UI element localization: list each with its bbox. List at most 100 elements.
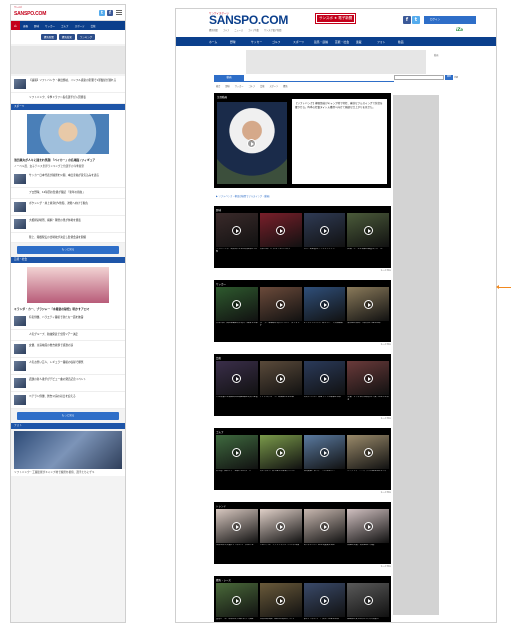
video-thumbnail[interactable] <box>259 583 302 617</box>
list-item[interactable]: 人気お笑い芸人、レギュラー番組の収録で爆笑 <box>11 357 125 375</box>
video-thumbnail[interactable] <box>347 287 389 321</box>
video-card[interactable]: 騎手インタビュー、次走への意気込み <box>303 583 346 622</box>
play-icon[interactable] <box>276 521 286 531</box>
video-thumbnail[interactable] <box>259 435 302 469</box>
video-card[interactable]: アイドルグループ、新曲MVを初公開 <box>259 361 302 412</box>
video-card[interactable]: 松山英樹、米ツアーで上位争いへ <box>303 435 346 486</box>
video-caption[interactable]: 日本代表、国際親善試合に向けて練習を公開 <box>216 322 258 338</box>
play-icon[interactable] <box>319 447 329 457</box>
header-subnav-item[interactable]: サンスポ電子新聞 <box>264 28 281 32</box>
list-item[interactable]: 人気グループ、新曲発表で全国ツアー決定 <box>11 329 125 341</box>
play-icon[interactable] <box>363 447 373 457</box>
twitter-icon[interactable]: t <box>412 16 420 24</box>
video-caption[interactable]: ソフトバンク、新外国人が初の実戦形式で打撃 <box>216 248 258 264</box>
featured-video[interactable]: 注目動画 【ソフトバンク】柳田悠岐がキャンプ地で特打、豪快なフルスイングで快音を… <box>214 93 391 188</box>
featured-thumbnail[interactable] <box>217 102 287 184</box>
video-caption[interactable]: 騎手インタビュー、次走への意気込み <box>304 618 346 622</box>
mobile-nav-item[interactable]: 速報 <box>20 24 31 28</box>
e-paper-badge[interactable]: サンスポ ★ 電子新聞 <box>314 13 357 24</box>
menu-icon[interactable] <box>116 10 122 16</box>
video-caption[interactable]: Jリーグ、開幕戦に向けたプレシーズンマッチ <box>260 322 302 338</box>
category-tab[interactable]: 野球 <box>225 84 229 88</box>
play-icon[interactable] <box>276 373 286 383</box>
home-icon[interactable]: ⌂ <box>11 21 20 30</box>
mobile-nav-item[interactable]: 野球 <box>31 24 42 28</box>
video-thumbnail[interactable] <box>347 361 389 395</box>
category-tab[interactable]: 総合 <box>216 84 220 88</box>
video-card[interactable]: 日本代表、国際親善試合に向けて練習を公開 <box>216 287 258 338</box>
more-link[interactable]: もっと見る <box>214 491 391 494</box>
mobile-subnav-item[interactable]: 競馬新聞 <box>40 34 57 40</box>
mobile-logo[interactable]: SANSPO.COM <box>14 11 46 17</box>
video-caption[interactable]: 人気俳優が主演映画の完成披露試写会に登壇 <box>216 396 258 412</box>
play-icon[interactable] <box>319 595 329 605</box>
video-card[interactable]: 話題の女優、舞台挨拶で笑顔 <box>347 509 389 560</box>
video-caption[interactable]: 話題の女優、舞台挨拶で笑顔 <box>347 544 389 560</box>
header-subnav-item[interactable]: 競馬新聞 <box>209 28 218 32</box>
video-thumbnail[interactable] <box>303 287 346 321</box>
play-icon[interactable] <box>363 225 373 235</box>
header-subnav-item[interactable]: ニュース <box>234 28 243 32</box>
video-thumbnail[interactable] <box>216 287 258 321</box>
video-caption[interactable]: 注目の新馬戦、期待の2歳馬がデビュー <box>260 618 302 622</box>
video-caption[interactable]: 女子ゴルフ、若手選手が練習ラウンド <box>260 470 302 486</box>
video-caption[interactable]: 日本ハム、ドラ1がブルペン入り <box>260 248 302 264</box>
list-item[interactable]: 有名俳優、バラエティ番組で新たな一面を披露 <box>11 312 125 330</box>
play-icon[interactable] <box>232 225 242 235</box>
video-caption[interactable]: シニアツアー、ベテランが意地の好スコア <box>347 470 389 486</box>
video-card[interactable]: なでしこジャパン、新メンバーで合宿開始 <box>303 287 346 338</box>
play-icon[interactable] <box>232 595 242 605</box>
video-card[interactable]: 女子ゴルフ、若手選手が練習ラウンド <box>259 435 302 486</box>
video-caption[interactable]: 松山英樹、米ツアーで上位争いへ <box>304 470 346 486</box>
mobile-subnav-item[interactable]: ランキング <box>76 34 96 40</box>
nav-item[interactable]: 野球 <box>230 40 251 44</box>
featured-link[interactable]: ▶ ソフトバンク・柳田が練習でフルスイング（動画） <box>216 194 391 198</box>
breadcrumb[interactable]: 動画 <box>434 53 438 57</box>
category-tab[interactable]: 芸能 <box>260 84 264 88</box>
search-input[interactable] <box>394 75 444 80</box>
video-card[interactable]: 海外組が帰国、代表合流へ意気込み <box>347 287 389 338</box>
list-item[interactable]: 【速報】ソフトバンク・柳田悠岐、インフル感染の影響で1軍復帰が遅れる <box>11 76 125 93</box>
video-card[interactable]: 調教師が愛馬の仕上がりに太鼓判 <box>347 583 389 622</box>
play-icon[interactable] <box>247 139 256 148</box>
video-card[interactable]: 石川遼、国内ツアー初戦で好スタート <box>216 435 258 486</box>
video-caption[interactable]: 新人タレント、初の写真集を発売 <box>304 544 346 560</box>
list-item[interactable]: 女優、主演映画の舞台挨拶で感激の涙 <box>11 340 125 358</box>
video-thumbnail[interactable] <box>303 213 346 247</box>
mobile-nav-item[interactable]: 芸能 <box>88 24 99 28</box>
category-tab[interactable]: 競馬 <box>283 84 287 88</box>
nav-item[interactable]: 連載 <box>356 40 377 44</box>
play-icon[interactable] <box>232 447 242 457</box>
more-link[interactable]: もっと見る <box>214 417 391 420</box>
list-item[interactable]: ソフトバンク、今季ドラフト指名選手が入団発表 <box>11 93 125 104</box>
video-caption[interactable]: 広島、エースが順調な調整をアピール <box>347 248 389 264</box>
video-thumbnail[interactable] <box>347 583 389 617</box>
video-caption[interactable]: 注目の若手女優がインタビューに応じる <box>216 544 258 560</box>
video-thumbnail[interactable] <box>347 509 389 543</box>
list-item[interactable]: ベテラン俳優、舞台公演の初日を迎える <box>11 391 125 409</box>
video-thumbnail[interactable] <box>303 435 346 469</box>
video-card[interactable]: 重賞レース、本命馬が力強い走りで快勝 <box>216 583 258 622</box>
video-caption[interactable]: 重賞レース、本命馬が力強い走りで快勝 <box>216 618 258 622</box>
hero-image[interactable] <box>14 430 122 469</box>
video-thumbnail[interactable] <box>259 509 302 543</box>
category-tab[interactable]: スポーツ <box>269 84 278 88</box>
nav-item[interactable]: ゴルフ <box>272 40 293 44</box>
nav-item[interactable]: ホーム <box>209 40 230 44</box>
hero-caption[interactable]: ソフトバンク・工藤監督がキャンプ地で練習を視察、選手たちにゲキ <box>11 468 125 477</box>
hero-image[interactable] <box>27 113 109 154</box>
more-button[interactable]: もっと見る <box>17 411 119 420</box>
video-card[interactable]: ソフトバンク、新外国人が初の実戦形式で打撃 <box>216 213 258 264</box>
category-tab[interactable]: サッカー <box>235 84 244 88</box>
mobile-nav-item[interactable]: スポーツ <box>72 24 88 28</box>
nav-item[interactable]: 競馬・競輪 <box>314 40 335 44</box>
play-icon[interactable] <box>276 299 286 309</box>
video-card[interactable]: 女優、ドラマ制作発表会見で役への思いを語る <box>347 361 389 412</box>
video-caption[interactable]: 海外組が帰国、代表合流へ意気込み <box>347 322 389 338</box>
header-subnav-item[interactable]: ゴルフ特集 <box>248 28 259 32</box>
video-thumbnail[interactable] <box>216 509 258 543</box>
list-item[interactable]: 話題の新人歌手がデビュー曲の発売記念イベント <box>11 374 125 392</box>
video-thumbnail[interactable] <box>347 213 389 247</box>
play-icon[interactable] <box>319 299 329 309</box>
video-card[interactable]: 広島、エースが順調な調整をアピール <box>347 213 389 264</box>
